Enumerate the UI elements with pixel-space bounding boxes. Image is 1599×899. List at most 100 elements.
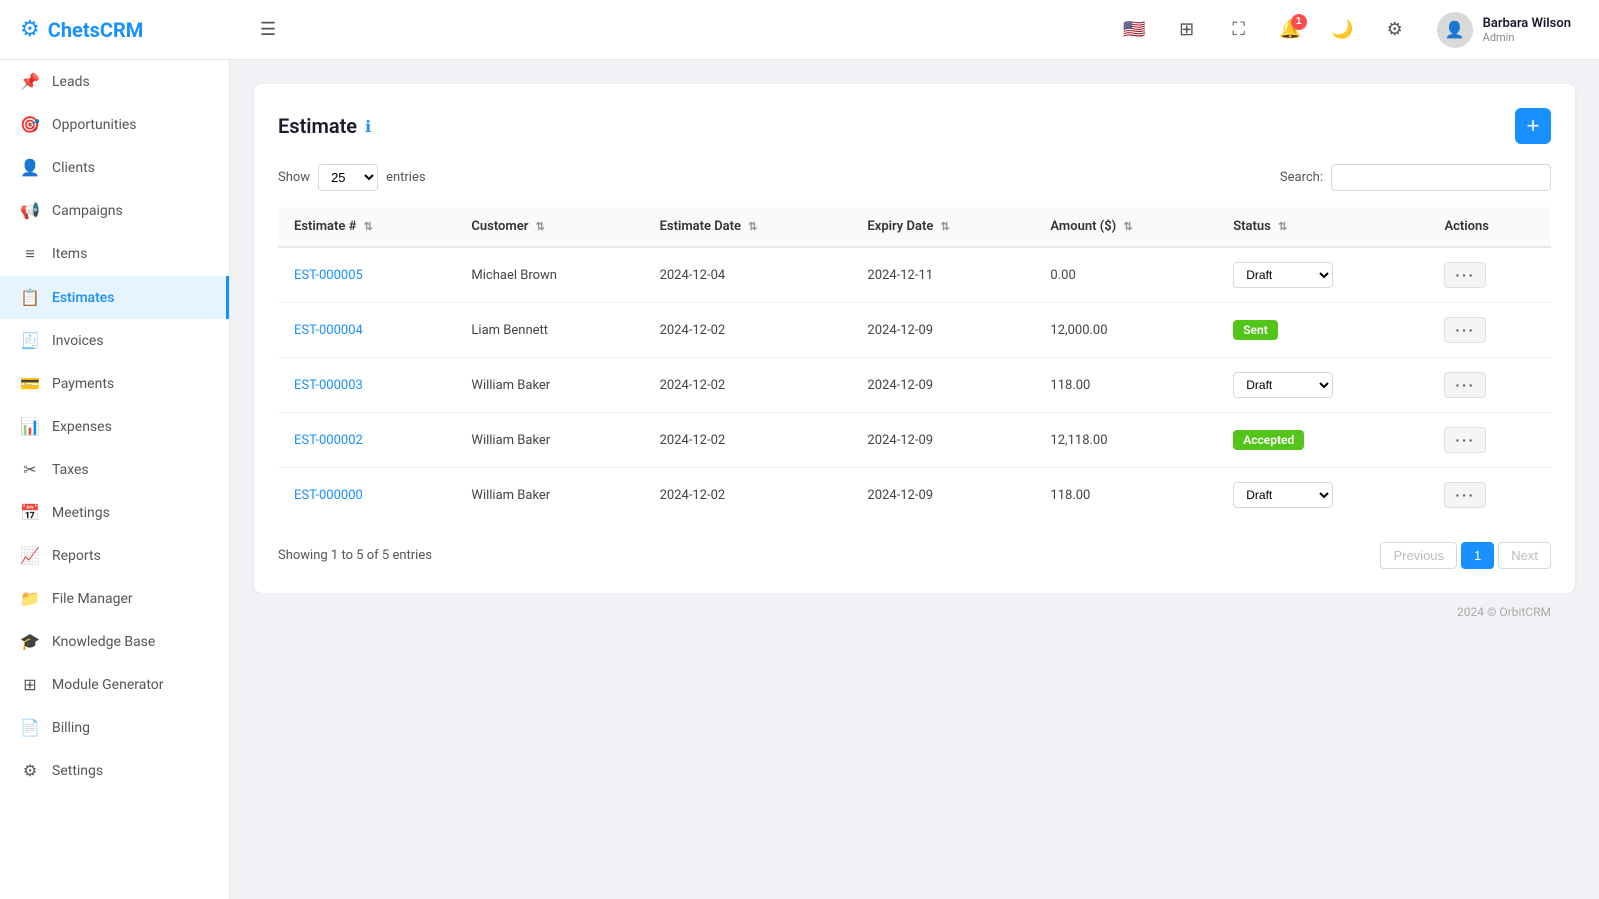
notification-button[interactable]: 🔔 1 xyxy=(1273,12,1309,48)
sidebar-item-payments[interactable]: 💳 Payments xyxy=(0,362,229,405)
sidebar-item-label: Reports xyxy=(52,548,101,564)
sidebar-item-expenses[interactable]: 📊 Expenses xyxy=(0,405,229,448)
action-button[interactable]: ··· xyxy=(1444,317,1486,343)
reports-icon: 📈 xyxy=(20,546,40,565)
search-label: Search: xyxy=(1280,170,1323,185)
sidebar-item-module_generator[interactable]: ⊞ Module Generator xyxy=(0,663,229,706)
billing-icon: 📄 xyxy=(20,718,40,737)
add-estimate-button[interactable]: + xyxy=(1515,108,1551,144)
customer-cell: William Baker xyxy=(455,358,643,413)
next-button[interactable]: Next xyxy=(1498,542,1551,569)
col-header-amount[interactable]: Amount ($) ⇅ xyxy=(1034,207,1217,247)
col-header-actions[interactable]: Actions xyxy=(1428,207,1551,247)
entries-label: entries xyxy=(386,170,426,185)
user-info[interactable]: 👤 Barbara Wilson Admin xyxy=(1429,8,1579,52)
status-cell[interactable]: Draft xyxy=(1217,468,1428,523)
sidebar-item-invoices[interactable]: 🧾 Invoices xyxy=(0,319,229,362)
estimate-link[interactable]: EST-000002 xyxy=(294,433,363,448)
flag-button[interactable]: 🇺🇸 xyxy=(1117,12,1153,48)
estimate-date-cell: 2024-12-02 xyxy=(644,303,852,358)
main-content: Estimate ℹ + Show 102550100 entries Sear… xyxy=(230,60,1599,899)
status-select[interactable]: Draft xyxy=(1233,372,1333,398)
pagination-controls: Previous 1 Next xyxy=(1380,542,1551,569)
status-cell[interactable]: Draft xyxy=(1217,358,1428,413)
estimate-num-cell: EST-000000 xyxy=(278,468,455,523)
sidebar-item-opportunities[interactable]: 🎯 Opportunities xyxy=(0,103,229,146)
header-left: ⚙ ChetsCRM ☰ xyxy=(20,17,276,42)
estimates-card: Estimate ℹ + Show 102550100 entries Sear… xyxy=(254,84,1575,593)
estimate-link[interactable]: EST-000003 xyxy=(294,378,363,393)
sidebar-item-billing[interactable]: 📄 Billing xyxy=(0,706,229,749)
search-box: Search: xyxy=(1280,164,1551,191)
status-select[interactable]: Draft xyxy=(1233,482,1333,508)
grid-button[interactable]: ⊞ xyxy=(1169,12,1205,48)
settings-header-button[interactable]: ⚙ xyxy=(1377,12,1413,48)
hamburger-button[interactable]: ☰ xyxy=(260,19,276,40)
actions-cell: ··· xyxy=(1428,247,1551,303)
logo-text-crm: CRM xyxy=(100,18,143,42)
expiry-date-cell: 2024-12-09 xyxy=(851,358,1034,413)
sidebar-item-label: Knowledge Base xyxy=(52,634,155,650)
entries-select[interactable]: 102550100 xyxy=(318,164,378,191)
col-header-expiry_date[interactable]: Expiry Date ⇅ xyxy=(851,207,1034,247)
sidebar-item-reports[interactable]: 📈 Reports xyxy=(0,534,229,577)
expiry-date-cell: 2024-12-11 xyxy=(851,247,1034,303)
sidebar-item-meetings[interactable]: 📅 Meetings xyxy=(0,491,229,534)
footer: 2024 © OrbitCRM xyxy=(254,593,1575,631)
estimate-link[interactable]: EST-000004 xyxy=(294,323,363,338)
status-cell[interactable]: Draft xyxy=(1217,247,1428,303)
sidebar: 📌 Leads🎯 Opportunities👤 Clients📢 Campaig… xyxy=(0,60,230,899)
estimate-num-cell: EST-000005 xyxy=(278,247,455,303)
expiry-date-cell: 2024-12-09 xyxy=(851,468,1034,523)
layout: 📌 Leads🎯 Opportunities👤 Clients📢 Campaig… xyxy=(0,60,1599,899)
estimate-link[interactable]: EST-000000 xyxy=(294,488,363,503)
info-icon[interactable]: ℹ xyxy=(365,117,371,136)
sidebar-item-estimates[interactable]: 📋 Estimates xyxy=(0,276,229,319)
user-details: Barbara Wilson Admin xyxy=(1483,16,1571,44)
header: ⚙ ChetsCRM ☰ 🇺🇸 ⊞ ⛶ 🔔 1 🌙 ⚙ 👤 xyxy=(0,0,1599,60)
action-button[interactable]: ··· xyxy=(1444,427,1486,453)
opportunities-icon: 🎯 xyxy=(20,115,40,134)
sidebar-item-clients[interactable]: 👤 Clients xyxy=(0,146,229,189)
col-header-customer[interactable]: Customer ⇅ xyxy=(455,207,643,247)
footer-text: 2024 © OrbitCRM xyxy=(1457,605,1551,619)
col-header-estimate_date[interactable]: Estimate Date ⇅ xyxy=(644,207,852,247)
module_generator-icon: ⊞ xyxy=(20,675,40,694)
search-input[interactable] xyxy=(1331,164,1551,191)
previous-button[interactable]: Previous xyxy=(1380,542,1457,569)
estimate-num-cell: EST-000004 xyxy=(278,303,455,358)
estimate-date-cell: 2024-12-02 xyxy=(644,413,852,468)
meetings-icon: 📅 xyxy=(20,503,40,522)
gear-icon: ⚙ xyxy=(1387,19,1403,40)
dark-mode-button[interactable]: 🌙 xyxy=(1325,12,1361,48)
amount-cell: 118.00 xyxy=(1034,468,1217,523)
page-1-button[interactable]: 1 xyxy=(1461,542,1494,569)
grid-icon: ⊞ xyxy=(1179,19,1194,40)
sidebar-item-taxes[interactable]: ✂ Taxes xyxy=(0,448,229,491)
sidebar-item-leads[interactable]: 📌 Leads xyxy=(0,60,229,103)
action-button[interactable]: ··· xyxy=(1444,482,1486,508)
sidebar-item-file_manager[interactable]: 📁 File Manager xyxy=(0,577,229,620)
sidebar-item-label: Leads xyxy=(52,74,90,90)
action-button[interactable]: ··· xyxy=(1444,372,1486,398)
settings-icon: ⚙ xyxy=(20,761,40,780)
fullscreen-button[interactable]: ⛶ xyxy=(1221,12,1257,48)
sidebar-item-items[interactable]: ≡ Items xyxy=(0,232,229,276)
knowledge_base-icon: 🎓 xyxy=(20,632,40,651)
amount-cell: 0.00 xyxy=(1034,247,1217,303)
page-title-row: Estimate ℹ xyxy=(278,114,371,138)
sidebar-item-settings[interactable]: ⚙ Settings xyxy=(0,749,229,792)
payments-icon: 💳 xyxy=(20,374,40,393)
col-header-status[interactable]: Status ⇅ xyxy=(1217,207,1428,247)
table-body: EST-000005Michael Brown2024-12-042024-12… xyxy=(278,247,1551,522)
sidebar-item-knowledge_base[interactable]: 🎓 Knowledge Base xyxy=(0,620,229,663)
expiry-date-cell: 2024-12-09 xyxy=(851,413,1034,468)
moon-icon: 🌙 xyxy=(1331,19,1353,40)
actions-cell: ··· xyxy=(1428,303,1551,358)
sidebar-item-campaigns[interactable]: 📢 Campaigns xyxy=(0,189,229,232)
expiry-date-cell: 2024-12-09 xyxy=(851,303,1034,358)
col-header-estimate_num[interactable]: Estimate # ⇅ xyxy=(278,207,455,247)
status-select[interactable]: Draft xyxy=(1233,262,1333,288)
estimate-link[interactable]: EST-000005 xyxy=(294,268,363,283)
action-button[interactable]: ··· xyxy=(1444,262,1486,288)
